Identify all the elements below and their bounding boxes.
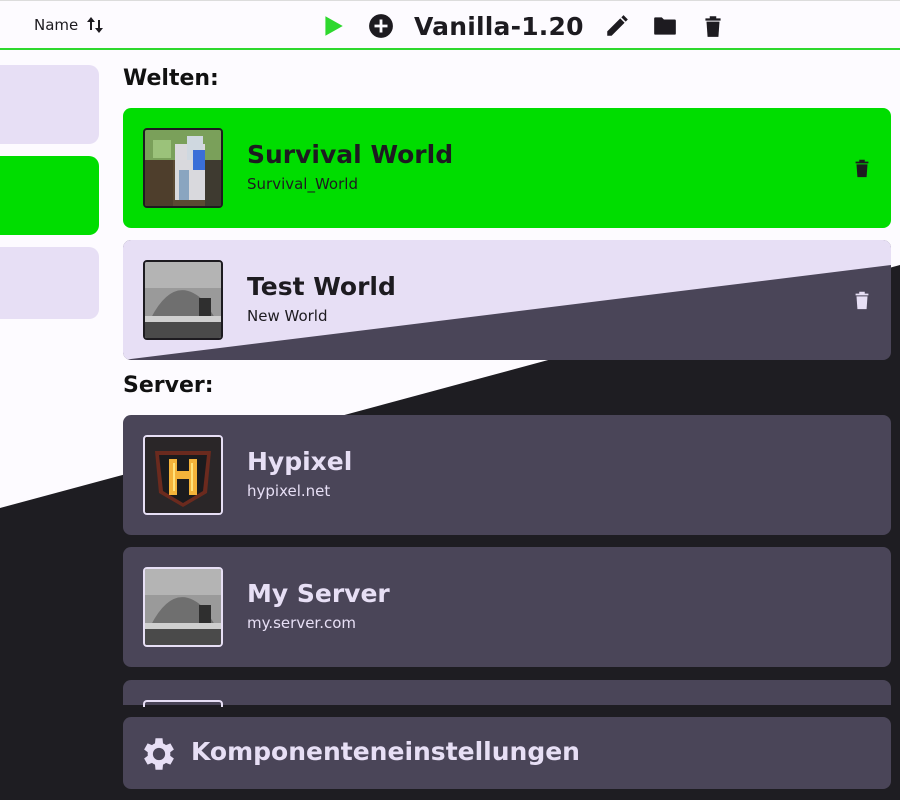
server-title: Hypixel [247,447,353,476]
trash-icon[interactable] [851,288,873,312]
card-light-area [123,415,891,535]
trash-icon[interactable] [851,156,873,180]
play-icon[interactable] [318,11,348,41]
server-address: my.server.com [247,614,357,632]
sort-label[interactable]: Name [34,16,78,34]
profile-toolbar: Vanilla-1.20 [318,9,746,43]
server-address: hypixel.net [247,482,331,500]
world-title: Test World [247,272,396,301]
card-light-area [123,240,891,360]
sidebar-tab-1[interactable] [0,65,99,144]
profile-name: Vanilla-1.20 [414,11,584,41]
server-icon [143,567,223,647]
worlds-heading: Welten: [123,66,219,91]
server-card-hypixel[interactable]: Hypixel hypixel.net [123,415,891,535]
sidebar-tab-2[interactable] [0,156,99,235]
world-title: Survival World [247,140,454,169]
world-thumbnail [143,128,223,208]
sidebar-tab-3[interactable] [0,247,99,319]
world-card-survival[interactable]: Survival World Survival_World [123,108,891,228]
server-title: My Server [247,579,390,608]
sort-icon[interactable] [86,15,104,35]
world-card-test[interactable]: Test World New World [123,240,891,360]
server-card-partial[interactable] [123,680,891,707]
server-icon-partial [143,700,223,707]
world-folder: Survival_World [247,175,358,193]
servers-heading: Server: [123,373,214,398]
top-bar: Name Vanilla-1.20 [0,0,900,50]
component-settings-button[interactable]: Komponenteneinstellungen [123,717,891,789]
world-folder: New World [247,307,328,325]
folder-icon[interactable] [650,11,680,41]
world-thumbnail [143,260,223,340]
pencil-icon[interactable] [602,11,632,41]
component-settings-label: Komponenteneinstellungen [191,737,580,766]
gear-icon [138,733,180,775]
server-icon [143,435,223,515]
add-circle-icon[interactable] [366,11,396,41]
server-card-myserver[interactable]: My Server my.server.com [123,547,891,667]
trash-icon[interactable] [698,11,728,41]
